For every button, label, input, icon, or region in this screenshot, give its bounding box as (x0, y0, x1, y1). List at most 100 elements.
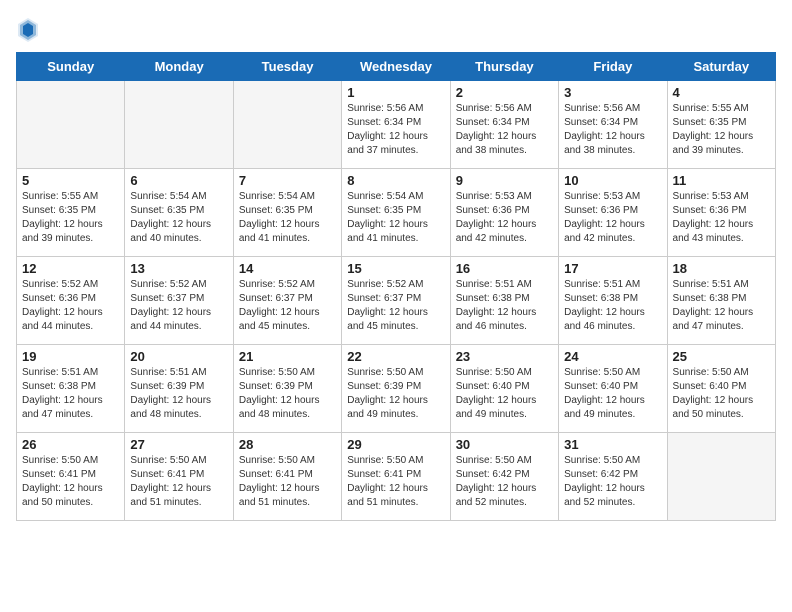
day-info: Sunrise: 5:51 AM Sunset: 6:38 PM Dayligh… (564, 278, 661, 334)
calendar-day: 25 Sunrise: 5:50 AM Sunset: 6:40 PM Dayli… (667, 345, 775, 433)
day-info: Sunrise: 5:53 AM Sunset: 6:36 PM Dayligh… (673, 190, 770, 246)
day-info: Sunrise: 5:50 AM Sunset: 6:40 PM Dayligh… (673, 366, 770, 422)
day-info: Sunrise: 5:52 AM Sunset: 6:37 PM Dayligh… (239, 278, 336, 334)
logo-icon (16, 16, 40, 44)
day-number: 31 (564, 437, 661, 452)
day-number: 9 (456, 173, 553, 188)
logo (16, 16, 44, 44)
day-number: 17 (564, 261, 661, 276)
day-info: Sunrise: 5:51 AM Sunset: 6:38 PM Dayligh… (456, 278, 553, 334)
day-number: 7 (239, 173, 336, 188)
calendar-day: 12Sunrise: 5:52 AM Sunset: 6:36 PM Dayli… (17, 257, 125, 345)
day-number: 12 (22, 261, 119, 276)
day-info: Sunrise: 5:50 AM Sunset: 6:41 PM Dayligh… (22, 454, 119, 510)
calendar-day: 24 Sunrise: 5:50 AM Sunset: 6:40 PM Dayli… (559, 345, 667, 433)
calendar-table: SundayMondayTuesdayWednesdayThursdayFrid… (16, 52, 776, 521)
day-number: 25 (673, 349, 770, 364)
day-info: Sunrise: 5:52 AM Sunset: 6:37 PM Dayligh… (347, 278, 444, 334)
day-info: Sunrise: 5:50 AM Sunset: 6:39 PM Dayligh… (239, 366, 336, 422)
day-number: 8 (347, 173, 444, 188)
calendar-day: 4 Sunrise: 5:55 AM Sunset: 6:35 PM Daylig… (667, 81, 775, 169)
day-info: Sunrise: 5:55 AM Sunset: 6:35 PM Dayligh… (22, 190, 119, 246)
day-number: 10 (564, 173, 661, 188)
day-number: 6 (130, 173, 227, 188)
calendar-day (233, 81, 341, 169)
day-number: 26 (22, 437, 119, 452)
day-info: Sunrise: 5:54 AM Sunset: 6:35 PM Dayligh… (347, 190, 444, 246)
calendar-day: 16 Sunrise: 5:51 AM Sunset: 6:38 PM Dayli… (450, 257, 558, 345)
calendar-day: 21 Sunrise: 5:50 AM Sunset: 6:39 PM Dayli… (233, 345, 341, 433)
day-info: Sunrise: 5:51 AM Sunset: 6:39 PM Dayligh… (130, 366, 227, 422)
day-number: 3 (564, 85, 661, 100)
day-number: 24 (564, 349, 661, 364)
calendar-day: 26 Sunrise: 5:50 AM Sunset: 6:41 PM Dayli… (17, 433, 125, 521)
calendar-day (125, 81, 233, 169)
weekday-header-saturday: Saturday (667, 53, 775, 81)
day-number: 13 (130, 261, 227, 276)
day-info: Sunrise: 5:50 AM Sunset: 6:41 PM Dayligh… (130, 454, 227, 510)
calendar-day: 11 Sunrise: 5:53 AM Sunset: 6:36 PM Dayli… (667, 169, 775, 257)
day-number: 4 (673, 85, 770, 100)
weekday-header-sunday: Sunday (17, 53, 125, 81)
calendar-day: 14Sunrise: 5:52 AM Sunset: 6:37 PM Dayli… (233, 257, 341, 345)
week-row-4: 19 Sunrise: 5:51 AM Sunset: 6:38 PM Dayli… (17, 345, 776, 433)
day-info: Sunrise: 5:56 AM Sunset: 6:34 PM Dayligh… (347, 102, 444, 158)
day-info: Sunrise: 5:55 AM Sunset: 6:35 PM Dayligh… (673, 102, 770, 158)
page-header (16, 16, 776, 44)
calendar-day: 18Sunrise: 5:51 AM Sunset: 6:38 PM Dayli… (667, 257, 775, 345)
calendar-day: 3 Sunrise: 5:56 AM Sunset: 6:34 PM Daylig… (559, 81, 667, 169)
day-number: 30 (456, 437, 553, 452)
calendar-day (667, 433, 775, 521)
calendar-day: 17 Sunrise: 5:51 AM Sunset: 6:38 PM Dayli… (559, 257, 667, 345)
day-number: 16 (456, 261, 553, 276)
day-info: Sunrise: 5:54 AM Sunset: 6:35 PM Dayligh… (239, 190, 336, 246)
day-number: 21 (239, 349, 336, 364)
calendar-day: 30 Sunrise: 5:50 AM Sunset: 6:42 PM Dayli… (450, 433, 558, 521)
day-number: 19 (22, 349, 119, 364)
day-number: 28 (239, 437, 336, 452)
calendar-day: 1 Sunrise: 5:56 AM Sunset: 6:34 PM Daylig… (342, 81, 450, 169)
day-info: Sunrise: 5:53 AM Sunset: 6:36 PM Dayligh… (456, 190, 553, 246)
day-number: 11 (673, 173, 770, 188)
week-row-3: 12Sunrise: 5:52 AM Sunset: 6:36 PM Dayli… (17, 257, 776, 345)
weekday-header-monday: Monday (125, 53, 233, 81)
weekday-header-wednesday: Wednesday (342, 53, 450, 81)
calendar-day: 6 Sunrise: 5:54 AM Sunset: 6:35 PM Daylig… (125, 169, 233, 257)
day-number: 5 (22, 173, 119, 188)
day-info: Sunrise: 5:52 AM Sunset: 6:37 PM Dayligh… (130, 278, 227, 334)
day-number: 20 (130, 349, 227, 364)
day-info: Sunrise: 5:50 AM Sunset: 6:42 PM Dayligh… (564, 454, 661, 510)
calendar-day: 8 Sunrise: 5:54 AM Sunset: 6:35 PM Daylig… (342, 169, 450, 257)
week-row-5: 26 Sunrise: 5:50 AM Sunset: 6:41 PM Dayli… (17, 433, 776, 521)
day-info: Sunrise: 5:50 AM Sunset: 6:39 PM Dayligh… (347, 366, 444, 422)
week-row-1: 1 Sunrise: 5:56 AM Sunset: 6:34 PM Daylig… (17, 81, 776, 169)
weekday-header-thursday: Thursday (450, 53, 558, 81)
day-info: Sunrise: 5:51 AM Sunset: 6:38 PM Dayligh… (22, 366, 119, 422)
weekday-header-friday: Friday (559, 53, 667, 81)
weekday-header-row: SundayMondayTuesdayWednesdayThursdayFrid… (17, 53, 776, 81)
calendar-day: 29Sunrise: 5:50 AM Sunset: 6:41 PM Dayli… (342, 433, 450, 521)
day-info: Sunrise: 5:53 AM Sunset: 6:36 PM Dayligh… (564, 190, 661, 246)
day-info: Sunrise: 5:50 AM Sunset: 6:41 PM Dayligh… (239, 454, 336, 510)
day-info: Sunrise: 5:50 AM Sunset: 6:42 PM Dayligh… (456, 454, 553, 510)
calendar-day: 5 Sunrise: 5:55 AM Sunset: 6:35 PM Daylig… (17, 169, 125, 257)
day-number: 27 (130, 437, 227, 452)
day-info: Sunrise: 5:56 AM Sunset: 6:34 PM Dayligh… (456, 102, 553, 158)
day-info: Sunrise: 5:50 AM Sunset: 6:40 PM Dayligh… (564, 366, 661, 422)
day-number: 1 (347, 85, 444, 100)
calendar-day: 2Sunrise: 5:56 AM Sunset: 6:34 PM Daylig… (450, 81, 558, 169)
weekday-header-tuesday: Tuesday (233, 53, 341, 81)
calendar-day: 13 Sunrise: 5:52 AM Sunset: 6:37 PM Dayli… (125, 257, 233, 345)
calendar-day: 15Sunrise: 5:52 AM Sunset: 6:37 PM Dayli… (342, 257, 450, 345)
day-number: 23 (456, 349, 553, 364)
day-info: Sunrise: 5:50 AM Sunset: 6:40 PM Dayligh… (456, 366, 553, 422)
day-number: 18 (673, 261, 770, 276)
calendar-day: 9 Sunrise: 5:53 AM Sunset: 6:36 PM Daylig… (450, 169, 558, 257)
calendar-day: 10 Sunrise: 5:53 AM Sunset: 6:36 PM Dayli… (559, 169, 667, 257)
day-info: Sunrise: 5:56 AM Sunset: 6:34 PM Dayligh… (564, 102, 661, 158)
calendar-day: 27 Sunrise: 5:50 AM Sunset: 6:41 PM Dayli… (125, 433, 233, 521)
calendar-day: 23 Sunrise: 5:50 AM Sunset: 6:40 PM Dayli… (450, 345, 558, 433)
calendar-day: 7 Sunrise: 5:54 AM Sunset: 6:35 PM Daylig… (233, 169, 341, 257)
calendar-day: 20 Sunrise: 5:51 AM Sunset: 6:39 PM Dayli… (125, 345, 233, 433)
day-info: Sunrise: 5:54 AM Sunset: 6:35 PM Dayligh… (130, 190, 227, 246)
